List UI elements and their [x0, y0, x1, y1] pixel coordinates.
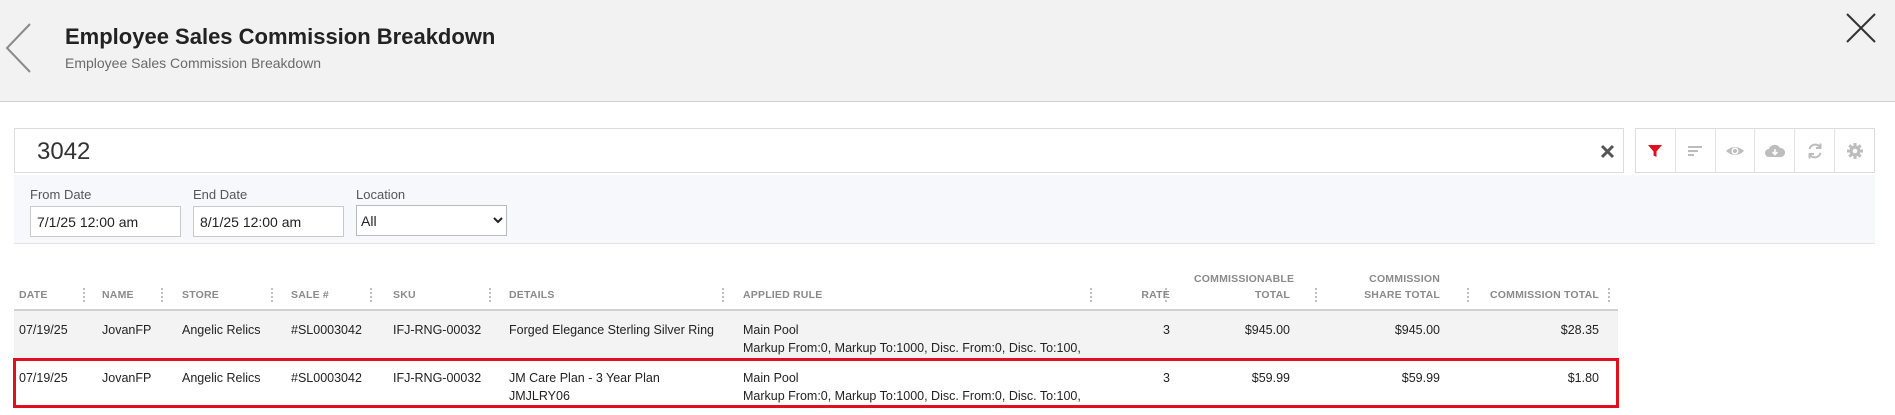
- refresh-button[interactable]: [1795, 129, 1836, 172]
- col-header-sku[interactable]: SKU: [393, 287, 416, 303]
- close-button[interactable]: [1843, 10, 1879, 46]
- details-subtext: JMJLRY06: [509, 389, 570, 403]
- clear-icon: [1600, 144, 1615, 159]
- table-row-highlighted[interactable]: 07/19/25 JovanFP Angelic Relics #SL00030…: [13, 358, 1619, 408]
- rule-details: Markup From:0, Markup To:1000, Disc. Fro…: [743, 341, 1081, 355]
- back-button[interactable]: [2, 20, 42, 76]
- col-header-rate[interactable]: RATE: [1099, 287, 1170, 303]
- page-header: Employee Sales Commission Breakdown Empl…: [0, 0, 1895, 102]
- from-date-label: From Date: [30, 187, 92, 202]
- col-header-commissionable-total[interactable]: COMMISSIONABLE TOTAL: [1194, 271, 1294, 303]
- cell-sku: IFJ-RNG-00032: [393, 371, 482, 385]
- page-title: Employee Sales Commission Breakdown: [65, 24, 496, 49]
- column-resize-handle[interactable]: [1089, 287, 1093, 303]
- cloud-download-icon: [1764, 144, 1785, 157]
- cell-commission-total: $28.35: [1560, 323, 1599, 337]
- column-resize-handle[interactable]: [1607, 287, 1611, 303]
- from-date-field[interactable]: [30, 206, 181, 237]
- cell-details: Forged Elegance Sterling Silver Ring: [509, 321, 714, 339]
- search-box: [14, 128, 1624, 173]
- column-resize-handle[interactable]: [1164, 287, 1168, 303]
- details-text: JM Care Plan - 3 Year Plan: [509, 371, 660, 385]
- cell-commission-share-total: $945.00: [1394, 323, 1440, 337]
- col-header-store[interactable]: STORE: [182, 287, 219, 303]
- location-select[interactable]: All: [356, 205, 507, 236]
- cell-applied-rule: Main Pool Markup From:0, Markup To:1000,…: [743, 369, 1081, 405]
- col-header-applied-rule[interactable]: APPLIED RULE: [743, 287, 822, 303]
- cell-sale-number: #SL0003042: [291, 323, 362, 337]
- rule-details: Markup From:0, Markup To:1000, Disc. Fro…: [743, 389, 1081, 403]
- rule-name: Main Pool: [743, 323, 799, 337]
- close-icon: [1846, 13, 1876, 43]
- filter-button[interactable]: [1636, 129, 1676, 172]
- view-button[interactable]: [1716, 129, 1756, 172]
- commission-table: DATE NAME STORE SALE # SKU DETAILS APPLI…: [13, 265, 1619, 408]
- cell-store: Angelic Relics: [182, 323, 261, 337]
- cell-sku: IFJ-RNG-00032: [393, 323, 482, 337]
- column-resize-handle[interactable]: [488, 287, 492, 303]
- column-resize-handle[interactable]: [721, 287, 725, 303]
- col-header-commission-total[interactable]: COMMISSION TOTAL: [1479, 287, 1599, 303]
- cell-commissionable-total: $59.99: [1251, 371, 1290, 385]
- sort-icon: [1688, 145, 1703, 156]
- eye-icon: [1726, 146, 1745, 155]
- cell-date: 07/19/25: [19, 323, 68, 337]
- cell-applied-rule: Main Pool Markup From:0, Markup To:1000,…: [743, 321, 1081, 357]
- column-resize-handle[interactable]: [1314, 287, 1318, 303]
- cell-rate: 3: [1163, 371, 1170, 385]
- col-header-date[interactable]: DATE: [19, 287, 48, 303]
- download-button[interactable]: [1755, 129, 1796, 172]
- end-date-field[interactable]: [193, 206, 344, 237]
- details-text: Forged Elegance Sterling Silver Ring: [509, 323, 714, 337]
- cell-rate: 3: [1163, 323, 1170, 337]
- cell-name: JovanFP: [102, 323, 152, 337]
- column-resize-handle[interactable]: [82, 287, 86, 303]
- cell-store: Angelic Relics: [182, 371, 261, 385]
- column-resize-handle[interactable]: [270, 287, 274, 303]
- end-date-label: End Date: [193, 187, 248, 202]
- table-header: DATE NAME STORE SALE # SKU DETAILS APPLI…: [14, 265, 1618, 311]
- cell-commission-total: $1.80: [1567, 371, 1599, 385]
- location-label: Location: [356, 187, 406, 202]
- filter-icon: [1648, 144, 1663, 157]
- search-input[interactable]: [35, 135, 1579, 169]
- cell-commissionable-total: $945.00: [1244, 323, 1290, 337]
- column-resize-handle[interactable]: [160, 287, 164, 303]
- sort-button[interactable]: [1676, 129, 1716, 172]
- rule-name: Main Pool: [743, 371, 799, 385]
- col-header-sale[interactable]: SALE #: [291, 287, 329, 303]
- refresh-icon: [1808, 143, 1822, 158]
- page-subtitle: Employee Sales Commission Breakdown: [65, 55, 321, 71]
- grid-toolbar: [1635, 128, 1875, 173]
- settings-button[interactable]: [1835, 129, 1874, 172]
- column-resize-handle[interactable]: [369, 287, 373, 303]
- cell-date: 07/19/25: [19, 371, 68, 385]
- cell-commission-share-total: $59.99: [1401, 371, 1440, 385]
- gear-icon: [1846, 142, 1863, 159]
- filter-panel: From Date End Date Location All: [14, 175, 1875, 244]
- chevron-left-icon: [5, 23, 31, 73]
- column-resize-handle[interactable]: [1466, 287, 1470, 303]
- cell-sale-number: #SL0003042: [291, 371, 362, 385]
- table-row[interactable]: 07/19/25 JovanFP Angelic Relics #SL00030…: [14, 311, 1618, 359]
- col-header-name[interactable]: NAME: [102, 287, 134, 303]
- cell-name: JovanFP: [102, 371, 152, 385]
- col-header-details[interactable]: DETAILS: [509, 287, 555, 303]
- clear-search-button[interactable]: [1599, 143, 1616, 160]
- cell-details: JM Care Plan - 3 Year Plan JMJLRY06: [509, 369, 660, 405]
- col-header-commission-share-total[interactable]: COMMISSION SHARE TOTAL: [1334, 271, 1440, 303]
